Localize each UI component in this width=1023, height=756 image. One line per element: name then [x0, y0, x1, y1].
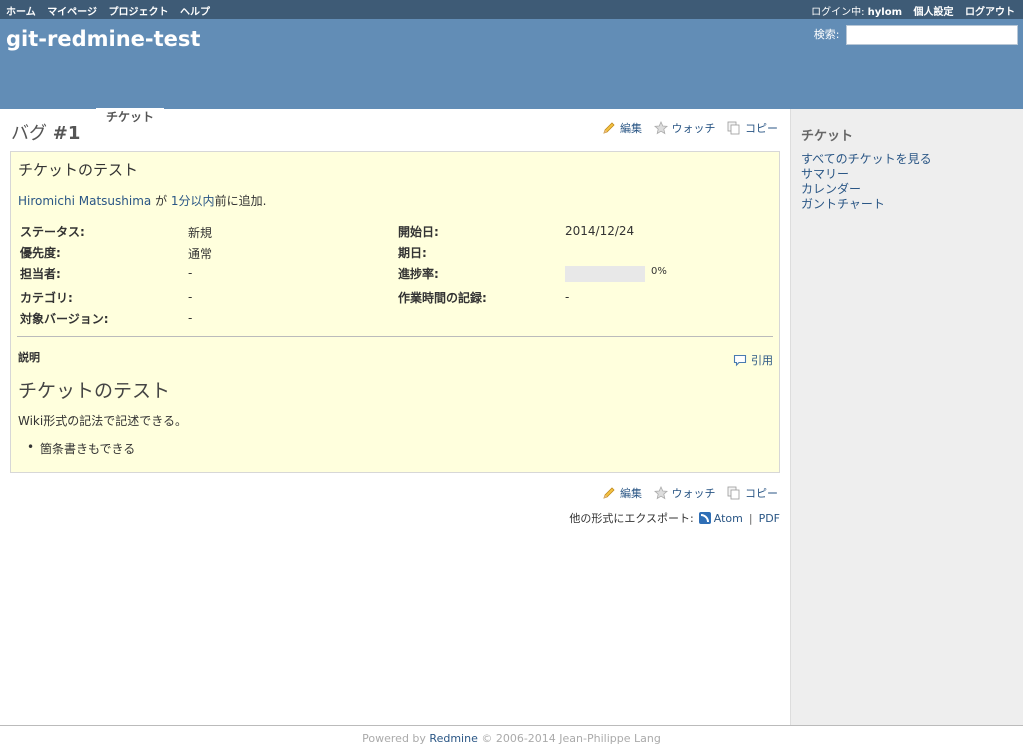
sidebar-link-calendar[interactable]: カレンダー: [801, 182, 932, 197]
due-date-label: 期日:: [398, 246, 427, 260]
version-value: -: [188, 311, 193, 325]
author-tail: 前に追加.: [214, 194, 267, 208]
top-menu-right: ログイン中: hylom 個人設定 ログアウト: [795, 3, 1015, 18]
logged-as: ログイン中: hylom: [803, 7, 902, 18]
watch-label: ウォッチ: [671, 122, 716, 135]
top-menu-left: ホーム マイページ プロジェクト ヘルプ: [6, 3, 218, 18]
assignee-label: 担当者:: [20, 267, 61, 281]
issue-details: チケットのテスト Hiromichi Matsushima が 1分以内前に追加…: [10, 151, 780, 473]
watch-button[interactable]: ウォッチ: [653, 120, 716, 136]
logged-user[interactable]: hylom: [868, 7, 902, 18]
separator: |: [748, 511, 753, 525]
sidebar-link-all-issues[interactable]: すべてのチケットを見る: [801, 152, 932, 167]
top-link-home[interactable]: ホーム: [6, 7, 36, 18]
export-label: 他の形式にエクスポート:: [569, 512, 694, 525]
quote-label: 引用: [751, 354, 773, 367]
star-icon: [653, 121, 668, 135]
edit-button-bottom[interactable]: 編集: [602, 485, 642, 501]
atom-link[interactable]: Atom: [714, 512, 743, 525]
copy-button-bottom[interactable]: コピー: [727, 485, 778, 501]
progress-bar: [565, 266, 645, 282]
pencil-icon: [603, 487, 615, 499]
author-link[interactable]: Hiromichi Matsushima: [18, 194, 151, 208]
sidebar-link-gantt[interactable]: ガントチャート: [801, 197, 932, 212]
pdf-link[interactable]: PDF: [759, 512, 780, 525]
top-menu: ホーム マイページ プロジェクト ヘルプ ログイン中: hylom 個人設定 ロ…: [0, 0, 1023, 19]
footer-suffix: © 2006-2014 Jean-Philippe Lang: [481, 732, 661, 745]
status-label: ステータス:: [20, 225, 85, 239]
status-value: 新規: [188, 226, 213, 240]
star-icon: [653, 486, 668, 500]
description-list-item: 箇条書きもできる: [27, 440, 135, 457]
footer-prefix: Powered by: [362, 732, 426, 745]
copy-icon: [727, 486, 740, 500]
done-ratio-value: 0%: [651, 266, 667, 277]
description-heading: チケットのテスト: [18, 380, 171, 402]
watch-label: ウォッチ: [671, 487, 716, 500]
top-link-my-page[interactable]: マイページ: [47, 7, 97, 18]
time-ago-link[interactable]: 1分以内: [171, 194, 215, 208]
sidebar-link-summary[interactable]: サマリー: [801, 167, 932, 182]
top-link-help[interactable]: ヘルプ: [180, 7, 210, 18]
description-label: 説明: [18, 351, 40, 364]
copy-label: コピー: [745, 487, 778, 500]
priority-value: 通常: [188, 247, 213, 261]
footer: Powered by Redmine © 2006-2014 Jean-Phil…: [0, 725, 1023, 756]
priority-label: 優先度:: [20, 246, 61, 260]
start-date-value: 2014/12/24: [565, 224, 635, 238]
page-title: バグ #1: [11, 119, 80, 145]
logged-as-label: ログイン中:: [811, 7, 865, 18]
assignee-value: -: [188, 266, 193, 280]
edit-label: 編集: [620, 122, 642, 135]
category-label: カテゴリ:: [20, 291, 73, 305]
comment-icon: [733, 354, 747, 366]
divider: [17, 336, 773, 337]
spent-time-label: 作業時間の記録:: [398, 291, 487, 305]
issue-actions-top: 編集 ウォッチ コピー: [594, 120, 778, 138]
header: git-redmine-test 検索: 概要 活動 チケット 新しいチケット …: [0, 19, 1023, 128]
author-mid: が: [155, 194, 168, 208]
copy-button[interactable]: コピー: [727, 120, 778, 136]
category-value: -: [188, 290, 193, 304]
search-input[interactable]: [846, 25, 1018, 45]
tracker-name: バグ: [11, 123, 47, 144]
content: バグ #1 編集 ウォッチ コピー チケットのテスト Hiromichi Mat…: [0, 109, 790, 725]
done-ratio-label: 進捗率:: [398, 267, 439, 281]
watch-button-bottom[interactable]: ウォッチ: [653, 485, 716, 501]
pencil-icon: [603, 122, 615, 134]
logout-link[interactable]: ログアウト: [965, 7, 1015, 18]
search-label: 検索:: [813, 28, 840, 41]
description-paragraph: Wiki形式の記法で記述できる。: [18, 414, 187, 428]
redmine-link[interactable]: Redmine: [429, 732, 477, 745]
sidebar-title: チケット: [801, 129, 854, 144]
issue-actions-bottom: 編集 ウォッチ コピー: [594, 485, 778, 503]
issue-author-line: Hiromichi Matsushima が 1分以内前に追加.: [18, 192, 266, 209]
copy-icon: [727, 121, 740, 135]
export-links: 他の形式にエクスポート: Atom | PDF: [569, 510, 780, 526]
edit-label: 編集: [620, 487, 642, 500]
spent-time-value: -: [565, 290, 570, 304]
quick-search: 検索:: [814, 25, 1018, 45]
sidebar-links: すべてのチケットを見る サマリー カレンダー ガントチャート: [801, 152, 932, 212]
edit-button[interactable]: 編集: [602, 120, 642, 136]
copy-label: コピー: [745, 122, 778, 135]
top-link-projects[interactable]: プロジェクト: [108, 7, 168, 18]
feed-icon: [698, 512, 711, 524]
version-label: 対象バージョン:: [20, 312, 109, 326]
issue-subject: チケットのテスト: [18, 161, 139, 179]
project-title[interactable]: git-redmine-test: [6, 27, 200, 51]
quote-button[interactable]: 引用: [733, 352, 773, 368]
sidebar: チケット すべてのチケットを見る サマリー カレンダー ガントチャート: [790, 109, 1023, 725]
start-date-label: 開始日:: [398, 225, 439, 239]
my-account-link[interactable]: 個人設定: [914, 7, 954, 18]
issue-number: #1: [52, 123, 81, 144]
